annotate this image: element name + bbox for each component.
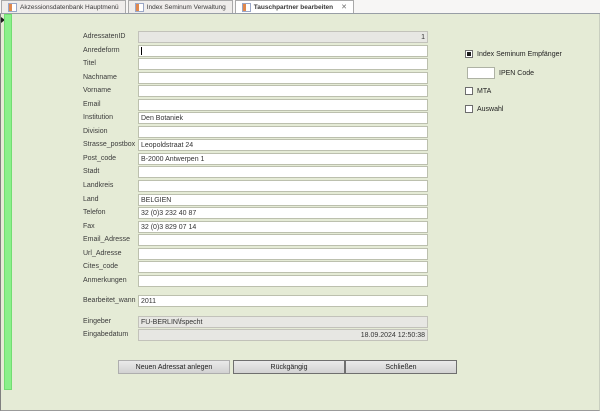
field-row-landkreis: Landkreis xyxy=(83,180,429,194)
field-row-division: Division xyxy=(83,125,429,140)
field-row-email: Email xyxy=(83,98,429,113)
form-icon xyxy=(241,2,251,12)
field-label-url_adresse: Url_Adresse xyxy=(83,249,122,257)
field-label-institution: Institution xyxy=(83,114,113,122)
field-input-email_adresse[interactable] xyxy=(138,234,428,247)
field-row-bearbeitet_wann: Bearbeitet_wann 2011 xyxy=(83,295,429,309)
field-input-landkreis[interactable] xyxy=(138,180,428,193)
ipen-code-label: IPEN Code xyxy=(499,69,535,77)
rueckgaengig-button[interactable]: Rückgängig xyxy=(233,360,345,374)
auswahl-checkbox[interactable] xyxy=(465,105,473,113)
field-row-titel: Titel xyxy=(83,58,429,72)
field-row-eingeber: Eingeber FU-BERLIN\fspecht xyxy=(83,315,429,330)
field-label-cites_code: Cites_code xyxy=(83,263,119,271)
field-label-eingabedatum: Eingabedatum xyxy=(83,331,129,339)
field-label-email_adresse: Email_Adresse xyxy=(83,236,131,244)
field-input-land[interactable]: BELGIEN xyxy=(138,193,428,206)
field-label-land: Land xyxy=(83,195,99,203)
field-input-bearbeitet_wann[interactable]: 2011 xyxy=(138,295,428,308)
tab-index-seminum-verwaltung[interactable]: Index Seminum Verwaltung xyxy=(127,0,233,13)
close-tab-icon[interactable]: ✕ xyxy=(341,3,347,11)
field-input-post_code[interactable]: B-2000 Antwerpen 1 xyxy=(138,152,428,165)
field-row-strasse_postbox: Strasse_postbox Leopoldstraat 24 xyxy=(83,139,429,153)
index-seminum-empfaenger-checkbox[interactable] xyxy=(465,50,473,58)
field-label-email: Email xyxy=(83,100,101,108)
schliessen-button[interactable]: Schließen xyxy=(345,360,457,374)
access-window: Akzessionsdatenbank Hauptmenü Index Semi… xyxy=(0,0,600,418)
field-row-adressaten_id: AdressatenID 1 xyxy=(83,31,429,45)
auswahl-label: Auswahl xyxy=(477,105,504,113)
tab-label: Index Seminum Verwaltung xyxy=(146,3,226,11)
field-row-email_adresse: Email_Adresse xyxy=(83,234,429,248)
field-label-fax: Fax xyxy=(83,222,95,230)
field-label-anredeform: Anredeform xyxy=(83,46,120,54)
field-label-landkreis: Landkreis xyxy=(83,182,114,190)
tab-akzessionsdatenbank-hauptmenu[interactable]: Akzessionsdatenbank Hauptmenü xyxy=(1,0,126,13)
index-seminum-empfaenger-label: Index Seminum Empfänger xyxy=(477,50,562,58)
field-label-telefon: Telefon xyxy=(83,209,106,217)
field-row-institution: Institution Den Botaniek xyxy=(83,112,429,126)
mta-row: MTA xyxy=(465,87,491,95)
field-input-division[interactable] xyxy=(138,125,428,138)
field-label-eingeber: Eingeber xyxy=(83,317,112,325)
field-label-strasse_postbox: Strasse_postbox xyxy=(83,141,136,149)
field-label-bearbeitet_wann: Bearbeitet_wann xyxy=(83,297,136,305)
mta-label: MTA xyxy=(477,87,492,95)
mta-checkbox[interactable] xyxy=(465,87,473,95)
field-label-vorname: Vorname xyxy=(83,87,112,95)
field-input-nachname[interactable] xyxy=(138,71,428,84)
field-input-anmerkungen[interactable] xyxy=(138,274,428,287)
form-icon xyxy=(8,2,17,12)
field-row-url_adresse: Url_Adresse xyxy=(83,247,429,262)
document-tab-bar: Akzessionsdatenbank Hauptmenü Index Semi… xyxy=(0,0,600,14)
field-row-anmerkungen: Anmerkungen xyxy=(83,274,429,289)
field-rows: AdressatenID 1 Anredeform Titel Nachname Vorn… xyxy=(83,31,429,343)
field-label-nachname: Nachname xyxy=(83,73,117,81)
field-row-fax: Fax 32 (0)3 829 07 14 xyxy=(83,220,429,235)
field-row-land: Land BELGIEN xyxy=(83,193,429,208)
field-input-institution[interactable]: Den Botaniek xyxy=(138,112,428,125)
field-input-fax[interactable]: 32 (0)3 829 07 14 xyxy=(138,220,428,233)
form-icon xyxy=(134,2,144,12)
field-row-telefon: Telefon 32 (0)3 232 40 87 xyxy=(83,207,429,221)
tauschpartner-form: AdressatenID 1 Anredeform Titel Nachname Vorn… xyxy=(0,14,600,411)
record-selector-bar[interactable] xyxy=(4,14,12,390)
field-input-telefon[interactable]: 32 (0)3 232 40 87 xyxy=(138,207,428,220)
neuen-adressat-anlegen-button[interactable]: Neuen Adressat anlegen xyxy=(118,360,230,374)
field-input-eingabedatum: 18.09.2024 12:50:38 xyxy=(138,329,428,342)
tab-label: Akzessionsdatenbank Hauptmenü xyxy=(20,3,119,11)
field-input-cites_code[interactable] xyxy=(138,261,428,274)
tab-label: Tauschpartner bearbeiten xyxy=(253,3,334,11)
index-seminum-empfaenger-row: Index Seminum Empfänger xyxy=(465,50,562,58)
field-label-titel: Titel xyxy=(83,60,96,68)
field-input-vorname[interactable] xyxy=(138,85,428,98)
field-input-email[interactable] xyxy=(138,98,428,111)
field-row-anredeform: Anredeform xyxy=(83,44,429,59)
field-input-eingeber: FU-BERLIN\fspecht xyxy=(138,315,428,328)
field-label-anmerkungen: Anmerkungen xyxy=(83,276,127,284)
field-row-nachname: Nachname xyxy=(83,71,429,86)
tab-tauschpartner-bearbeiten[interactable]: Tauschpartner bearbeiten ✕ xyxy=(234,0,355,13)
field-row-eingabedatum: Eingabedatum 18.09.2024 12:50:38 xyxy=(83,329,429,343)
field-label-stadt: Stadt xyxy=(83,168,100,176)
field-row-post_code: Post_code B-2000 Antwerpen 1 xyxy=(83,152,429,167)
ipen-code-row: IPEN Code xyxy=(467,67,534,79)
field-input-stadt[interactable] xyxy=(138,166,428,179)
field-input-adressaten_id: 1 xyxy=(138,31,428,43)
ipen-code-input[interactable] xyxy=(467,67,495,79)
field-row-vorname: Vorname xyxy=(83,85,429,99)
field-row-stadt: Stadt xyxy=(83,166,429,180)
field-input-url_adresse[interactable] xyxy=(138,247,428,260)
field-label-adressaten_id: AdressatenID xyxy=(83,33,126,40)
auswahl-row: Auswahl xyxy=(465,105,503,113)
field-input-titel[interactable] xyxy=(138,58,428,71)
field-input-anredeform[interactable] xyxy=(138,44,428,57)
field-label-post_code: Post_code xyxy=(83,154,117,162)
field-input-strasse_postbox[interactable]: Leopoldstraat 24 xyxy=(138,139,428,152)
field-label-division: Division xyxy=(83,127,108,135)
field-row-cites_code: Cites_code xyxy=(83,261,429,275)
